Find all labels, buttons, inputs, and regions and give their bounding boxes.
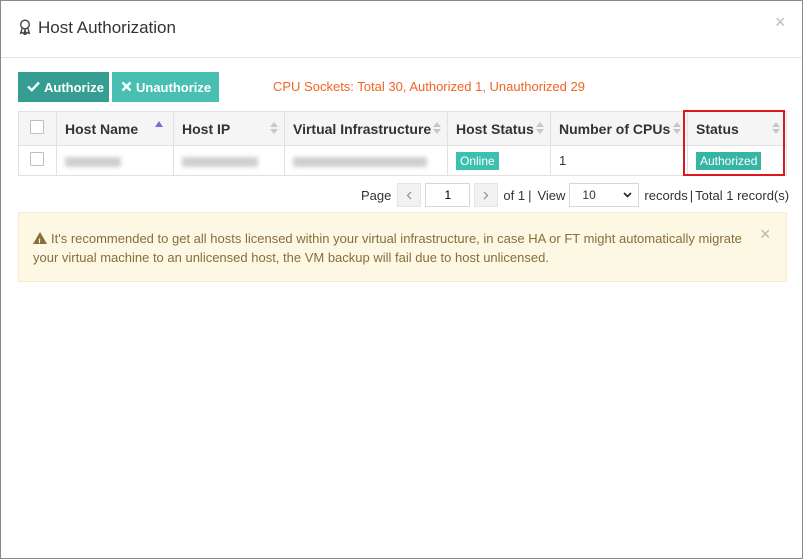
sort-icon: [270, 122, 278, 136]
close-icon[interactable]: ×: [775, 13, 786, 31]
alert-text: It's recommended to get all hosts licens…: [33, 229, 763, 267]
view-label: View: [537, 187, 566, 203]
sort-icon: [772, 122, 780, 136]
records-label: records: [644, 187, 688, 203]
toolbar: Authorize Unauthorize: [18, 72, 219, 102]
unauthorize-button[interactable]: Unauthorize: [112, 72, 219, 102]
host-authorization-dialog: Host Authorization × Authorize Unauthori…: [0, 0, 803, 559]
column-virtual-infrastructure[interactable]: Virtual Infrastructure: [284, 111, 448, 146]
column-host-status[interactable]: Host Status: [447, 111, 551, 146]
license-warning-alert: It's recommended to get all hosts licens…: [18, 212, 787, 282]
page-size-select[interactable]: 10: [569, 183, 640, 207]
previous-page-button[interactable]: [397, 183, 422, 207]
sort-ascending-icon: [155, 121, 163, 127]
page-number-input[interactable]: [425, 183, 471, 207]
pager-separator: |: [528, 187, 532, 203]
pager-separator: |: [689, 187, 694, 203]
row-checkbox[interactable]: [30, 152, 44, 166]
column-host-name-label: Host Name: [65, 120, 139, 137]
x-icon: [121, 80, 132, 95]
page-size-value: 10: [582, 188, 596, 202]
chevron-left-icon: [406, 191, 412, 199]
redacted-virtual-infrastructure: [293, 156, 427, 167]
table-row[interactable]: Online 1 Authorized: [18, 145, 787, 176]
redacted-host-ip: [182, 156, 258, 167]
row-select-cell: [18, 145, 57, 176]
hosts-table: Host Name Host IP Virtual Infrastructure…: [18, 111, 787, 176]
redacted-host-name: [65, 156, 121, 167]
select-all-header: [18, 111, 57, 146]
check-icon: [27, 80, 40, 95]
dialog-title-text: Host Authorization: [38, 18, 176, 37]
column-host-ip-label: Host IP: [182, 120, 231, 137]
cpu-count-cell: 1: [550, 145, 688, 176]
virtual-infrastructure-cell: [284, 145, 448, 176]
host-ip-cell: [173, 145, 285, 176]
column-virtual-infrastructure-label: Virtual Infrastructure: [293, 120, 432, 137]
alert-close-icon[interactable]: ×: [760, 225, 771, 244]
chevron-down-icon: [623, 192, 632, 198]
next-page-button[interactable]: [474, 183, 499, 207]
dialog-title: Host Authorization: [18, 18, 176, 38]
sort-icon: [536, 122, 544, 136]
authorized-status-badge: Authorized: [696, 151, 762, 170]
authorize-button[interactable]: Authorize: [18, 72, 109, 102]
chevron-right-icon: [483, 191, 489, 199]
host-name-cell: [56, 145, 174, 176]
cpu-sockets-info: CPU Sockets: Total 30, Authorized 1, Una…: [273, 79, 585, 94]
pagination: Page of 1 | View 10 records | Total 1 re…: [361, 183, 789, 207]
select-all-checkbox[interactable]: [30, 120, 44, 134]
authorize-button-label: Authorize: [44, 79, 104, 95]
column-status-label: Status: [696, 120, 739, 137]
column-status[interactable]: Status: [687, 111, 787, 146]
column-host-ip[interactable]: Host IP: [173, 111, 285, 146]
column-host-name[interactable]: Host Name: [56, 111, 174, 146]
column-number-of-cpus[interactable]: Number of CPUs: [550, 111, 688, 146]
dialog-header: Host Authorization ×: [1, 1, 802, 58]
page-count-label: of 1: [503, 187, 526, 203]
status-cell: Authorized: [687, 145, 787, 176]
page-label: Page: [361, 187, 392, 203]
alert-message: It's recommended to get all hosts licens…: [33, 231, 742, 265]
table-header-row: Host Name Host IP Virtual Infrastructure…: [18, 111, 787, 146]
warning-triangle-icon: [33, 232, 47, 252]
host-status-cell: Online: [447, 145, 551, 176]
award-ribbon-icon: [18, 19, 34, 37]
column-host-status-label: Host Status: [456, 120, 534, 137]
sort-icon: [433, 122, 441, 136]
unauthorize-button-label: Unauthorize: [136, 79, 212, 95]
column-number-of-cpus-label: Number of CPUs: [559, 120, 671, 137]
total-records-label: Total 1 record(s): [695, 187, 790, 203]
online-status-badge: Online: [456, 151, 499, 170]
sort-icon: [673, 122, 681, 136]
